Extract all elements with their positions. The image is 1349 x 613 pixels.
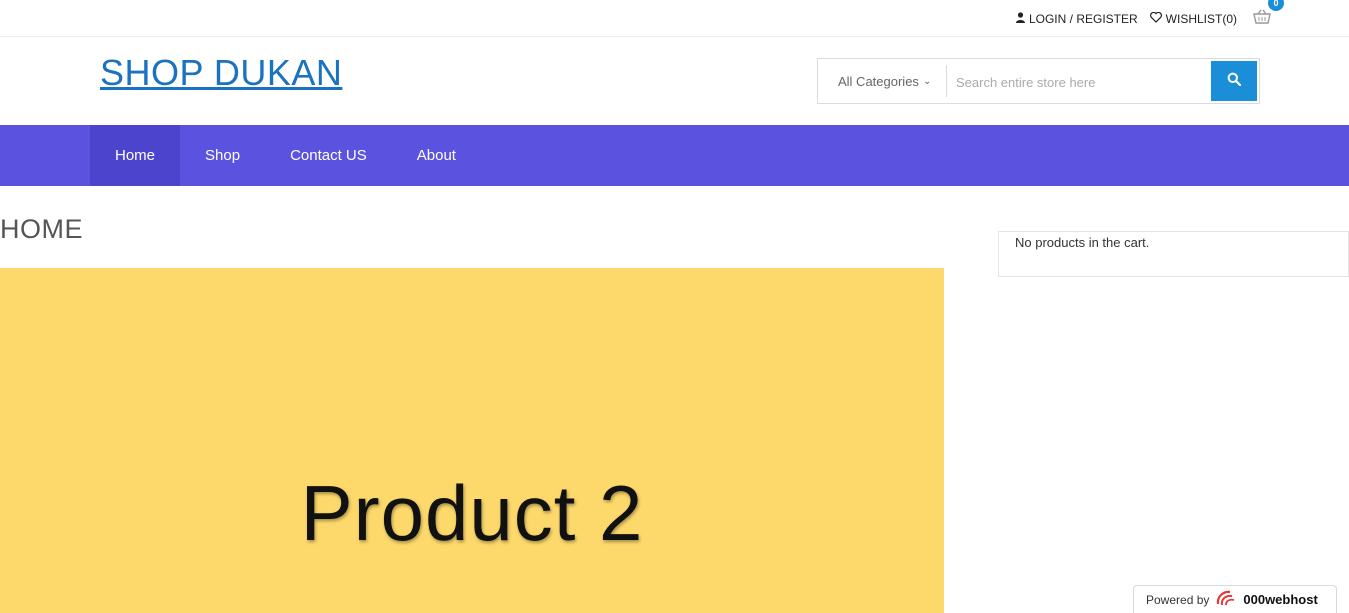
cart-empty-message: No products in the cart.	[1015, 235, 1150, 250]
page-title: HOME	[0, 214, 83, 244]
nav-item-home[interactable]: Home	[90, 125, 181, 186]
nav-items: Home Shop Contact US About	[90, 125, 481, 186]
wishlist-link[interactable]: WISHLIST(0)	[1149, 11, 1237, 26]
site-logo[interactable]: SHOP DUKAN	[100, 52, 342, 94]
product-banner-image[interactable]	[0, 268, 944, 613]
search-button[interactable]	[1211, 61, 1257, 101]
top-bar: LOGIN / REGISTER WISHLIST(0) 0	[0, 0, 1349, 37]
search-input[interactable]	[948, 61, 1218, 103]
basket-icon	[1253, 9, 1271, 27]
powered-by-badge[interactable]: Powered by 000webhost	[1133, 585, 1337, 613]
powered-by-label: Powered by	[1146, 592, 1210, 607]
main-nav: Home Shop Contact US About	[0, 125, 1349, 186]
mini-cart-button[interactable]: 0	[1253, 0, 1284, 29]
search-icon	[1227, 72, 1242, 91]
login-register-link[interactable]: LOGIN / REGISTER	[1015, 11, 1138, 26]
category-select[interactable]: All Categories ⌄	[818, 59, 946, 103]
nav-item-about[interactable]: About	[392, 125, 481, 186]
wishlist-label: WISHLIST(0)	[1165, 11, 1237, 26]
cart-widget: No products in the cart.	[998, 231, 1349, 277]
webhost-brand: 000webhost	[1243, 592, 1318, 607]
nav-item-shop[interactable]: Shop	[180, 125, 265, 186]
search-bar: All Categories ⌄	[817, 58, 1260, 104]
nav-item-contact-us[interactable]: Contact US	[265, 125, 392, 186]
webhost-logo-icon	[1215, 589, 1237, 610]
heart-icon	[1149, 11, 1162, 26]
search-divider	[946, 65, 947, 97]
category-select-label: All Categories	[838, 73, 919, 89]
user-icon	[1015, 11, 1025, 26]
cart-count-badge: 0	[1268, 0, 1284, 11]
top-links: LOGIN / REGISTER WISHLIST(0) 0	[1015, 0, 1284, 37]
login-register-label: LOGIN / REGISTER	[1028, 11, 1138, 26]
chevron-down-icon: ⌄	[922, 75, 932, 87]
banner-product-text: Product 2	[300, 469, 644, 557]
